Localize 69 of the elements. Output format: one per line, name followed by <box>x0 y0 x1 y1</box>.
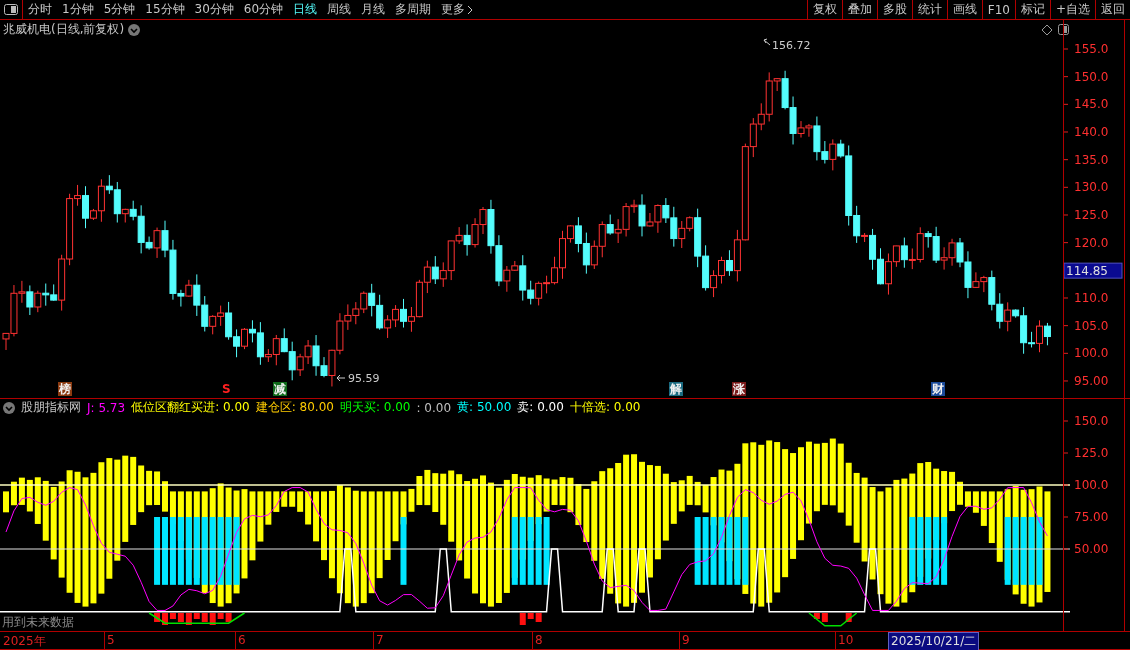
last-price-tag: 114.85 <box>1064 263 1123 280</box>
period-tab[interactable]: 30分钟 <box>189 0 239 20</box>
axis-label: 110.0 <box>1074 291 1109 306</box>
toolbar-button[interactable]: 画线 <box>946 0 982 20</box>
indicator-value: 建仓区: 80.00 <box>255 399 334 417</box>
toolbar-button[interactable]: F10 <box>981 0 1015 20</box>
event-marker[interactable]: 减 <box>273 382 287 397</box>
panel-icon[interactable] <box>1058 24 1069 36</box>
event-marker[interactable]: 财 <box>931 382 945 397</box>
date-label: 9 <box>682 633 690 648</box>
axis-label: 100.0 <box>1074 346 1109 361</box>
period-tab[interactable]: 月线 <box>356 0 391 20</box>
indicator-value: 十倍选: 0.00 <box>569 399 641 417</box>
axis-label: 125.0 <box>1074 446 1109 461</box>
date-label: 6 <box>238 633 246 648</box>
axis-label: 100.0 <box>1074 478 1109 493</box>
axis-label: 140.0 <box>1074 125 1109 140</box>
axis-label: 135.0 <box>1074 153 1109 168</box>
event-marker[interactable]: 解 <box>669 382 683 397</box>
period-tab[interactable]: 周线 <box>322 0 357 20</box>
period-tab[interactable]: 日线 <box>288 0 323 20</box>
date-label: 5 <box>107 633 115 648</box>
axis-label: 75.00 <box>1074 510 1109 525</box>
date-label: 2025年 <box>3 633 46 650</box>
toolbar-button[interactable]: 多股 <box>876 0 912 20</box>
period-tab[interactable]: 多周期 <box>390 0 437 20</box>
toolbar-button[interactable]: 复权 <box>806 0 842 20</box>
axis-label: 150.0 <box>1074 414 1109 429</box>
period-tab[interactable]: 60分钟 <box>238 0 289 20</box>
event-marker[interactable]: 榜 <box>58 382 72 397</box>
period-tab[interactable]: 更多 <box>436 0 479 20</box>
date-label: 7 <box>376 633 384 648</box>
axis-label: 125.0 <box>1074 208 1109 223</box>
axis-label: 130.0 <box>1074 180 1109 195</box>
indicator-value: 明天买: 0.00 <box>339 399 411 417</box>
date-label: 8 <box>535 633 543 648</box>
diamond-icon[interactable] <box>1041 24 1053 36</box>
chevron-down-icon[interactable] <box>3 401 15 414</box>
toolbar-button[interactable]: 叠加 <box>841 0 877 20</box>
period-tab[interactable]: 分时 <box>23 0 57 20</box>
stock-title: 兆威机电(日线,前复权) <box>3 21 125 39</box>
period-tab[interactable]: 15分钟 <box>140 0 190 20</box>
toolbar-button[interactable]: 返回 <box>1095 0 1130 20</box>
toolbar-button[interactable]: 标记 <box>1014 0 1050 20</box>
period-tab[interactable]: 5分钟 <box>98 0 141 20</box>
chevron-right-icon <box>467 4 474 15</box>
indicator-value: : 0.00 <box>416 400 452 415</box>
axis-label: 155.0 <box>1074 42 1109 57</box>
period-tab[interactable]: 1分钟 <box>57 0 99 20</box>
axis-label: 95.00 <box>1074 374 1109 389</box>
warning-note: 用到未来数据 <box>2 614 74 632</box>
indicator-value: J: 5.73 <box>87 400 126 415</box>
axis-label: 50.00 <box>1074 542 1109 557</box>
axis-label: 145.0 <box>1074 97 1109 112</box>
toolbar-button[interactable]: +自选 <box>1049 0 1095 20</box>
toolbar-button[interactable]: 统计 <box>911 0 947 20</box>
date-label: 10 <box>838 633 854 648</box>
axis-label: 150.0 <box>1074 70 1109 85</box>
indicator-value: 低位区翻红买进: 0.00 <box>131 399 250 417</box>
axis-label: 105.0 <box>1074 319 1109 334</box>
event-marker[interactable]: S <box>221 382 232 397</box>
chevron-down-icon[interactable] <box>128 23 141 36</box>
cursor-date: 2025/10/21/二 <box>888 632 980 650</box>
panel-icon[interactable] <box>4 4 18 16</box>
indicator-name: 股朋指标网 <box>21 399 81 417</box>
indicator-value: 卖: 0.00 <box>517 399 564 417</box>
axis-label: 120.0 <box>1074 236 1109 251</box>
indicator-value: 黄: 50.00 <box>457 399 512 417</box>
event-marker[interactable]: 涨 <box>732 382 746 397</box>
